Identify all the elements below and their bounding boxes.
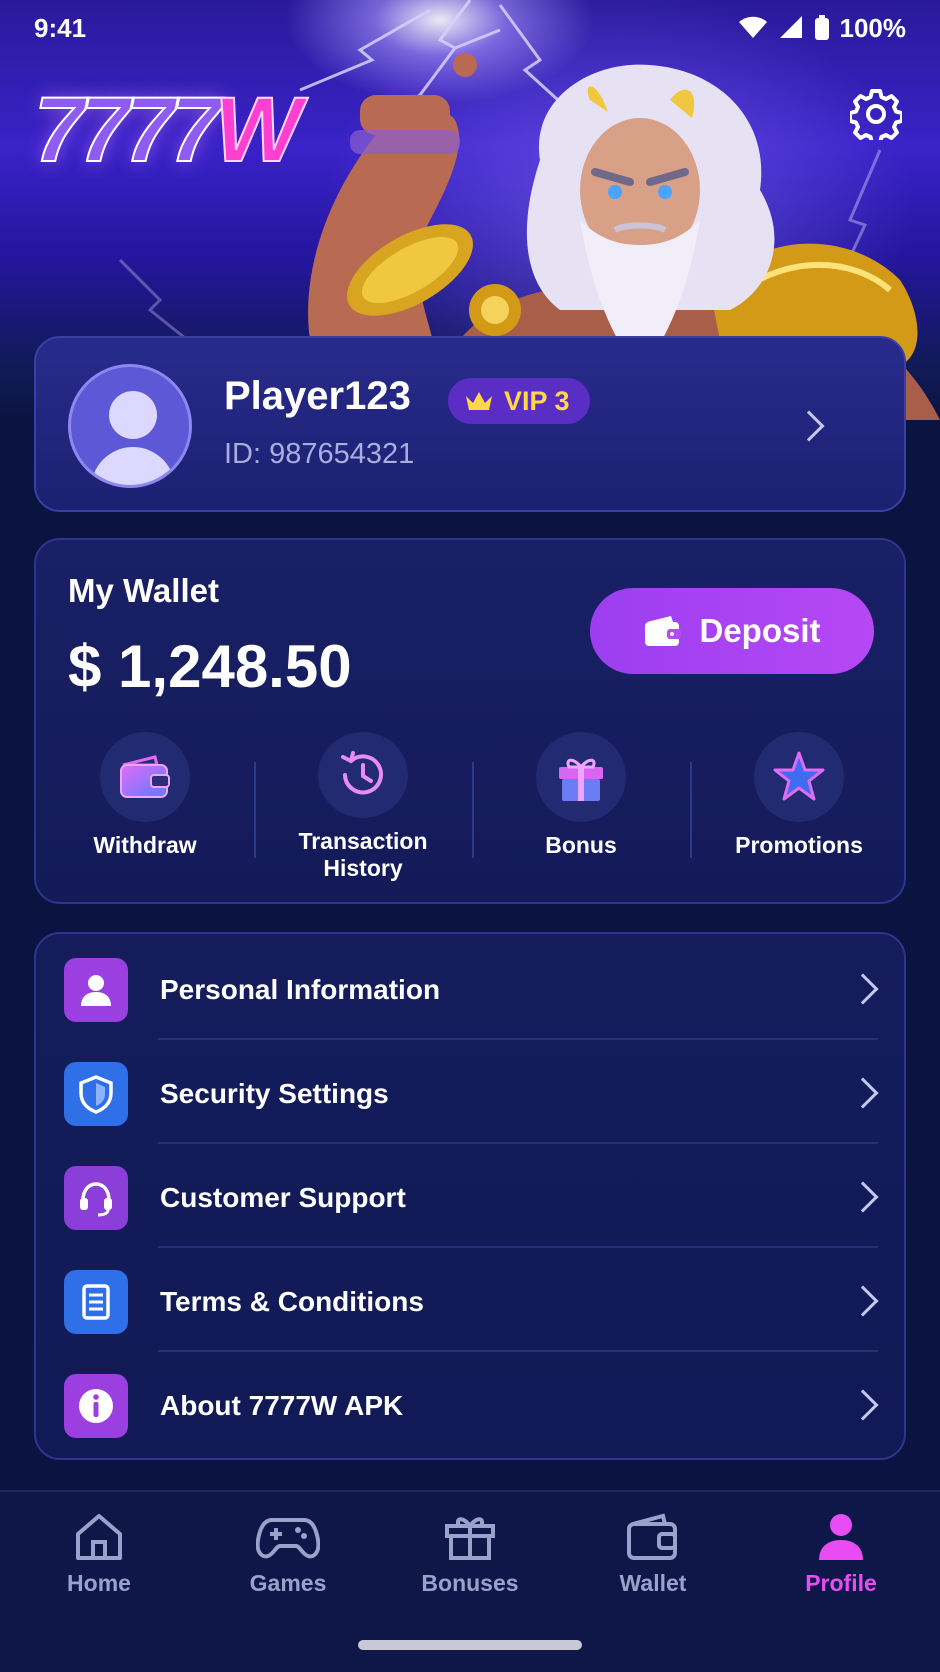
home-icon [76,1514,122,1560]
chevron-right-icon [793,410,825,442]
nav-label: Bonuses [421,1570,519,1596]
wallet-title: My Wallet [68,572,219,609]
logo-letter: W [214,79,303,181]
menu-item-security-settings[interactable]: Security Settings [36,1040,908,1144]
menu-item-customer-support[interactable]: Customer Support [36,1144,908,1248]
nav-label: Games [249,1570,327,1596]
bonus-label: Bonus [545,832,617,858]
nav-profile[interactable]: Profile [766,1512,916,1597]
wifi-icon [738,16,767,38]
player-name: Player123 [224,374,411,418]
nav-games[interactable]: Games [213,1512,363,1597]
menu-item-about[interactable]: About 7777W APK [36,1352,908,1456]
logo-digits: 7777 [33,79,222,181]
profile-icon [819,1514,863,1560]
promotions-action[interactable]: Promotions [690,732,908,882]
status-time: 9:41 [34,12,87,43]
deposit-button[interactable]: Deposit [590,588,874,674]
home-indicator [358,1640,582,1650]
transaction-history-label: Transaction History [298,828,428,881]
vip-level: VIP 3 [504,385,570,416]
crown-icon [466,392,492,410]
nav-wallet[interactable]: Wallet [578,1512,728,1597]
withdraw-action[interactable]: Withdraw [36,732,254,882]
nav-home[interactable]: Home [24,1512,174,1597]
wallet-icon [645,616,682,646]
star-icon [773,751,825,801]
bonus-action[interactable]: Bonus [472,732,690,882]
transaction-history-action[interactable]: Transaction History [254,732,472,882]
menu-item-personal-information[interactable]: Personal Information [36,936,908,1040]
menu-label: Terms & Conditions [160,1286,424,1317]
nav-label: Profile [805,1570,877,1596]
vip-badge: VIP 3 [448,378,590,424]
wallet-icon [120,755,170,798]
wallet-card: My Wallet $ 1,248.50 Deposit Withdraw Tr… [34,538,906,904]
profile-card[interactable]: Player123 VIP 3 ID: 987654321 [34,336,906,512]
signal-icon [779,16,802,38]
chevron-right-icon [847,1389,879,1421]
document-icon [64,1270,128,1334]
status-bar: 9:41 100% [0,0,940,56]
gamepad-icon [256,1518,320,1559]
app-logo: 7777W [33,83,303,177]
nav-label: Home [67,1570,131,1596]
user-icon [64,958,128,1022]
battery-icon [814,15,829,40]
chevron-right-icon [847,973,879,1005]
info-icon [64,1374,128,1438]
player-id: ID: 987654321 [224,438,415,470]
gift-icon [445,1517,495,1560]
shield-icon [64,1062,128,1126]
wallet-balance: $ 1,248.50 [68,633,352,700]
battery-level: 100% [839,12,907,43]
chevron-right-icon [847,1285,879,1317]
nav-label: Wallet [619,1570,687,1596]
menu-label: Personal Information [160,974,441,1005]
nav-bonuses[interactable]: Bonuses [395,1512,545,1597]
menu-label: About 7777W APK [160,1390,404,1421]
avatar [68,364,192,488]
withdraw-label: Withdraw [93,832,197,858]
deposit-label: Deposit [699,612,821,649]
chevron-right-icon [847,1181,879,1213]
settings-menu: Personal Information Security Settings C… [34,932,906,1460]
menu-label: Security Settings [160,1078,389,1109]
menu-item-terms-conditions[interactable]: Terms & Conditions [36,1248,908,1352]
menu-label: Customer Support [160,1182,406,1213]
history-icon [341,751,383,795]
wallet-icon [627,1513,677,1560]
settings-gear-icon[interactable] [850,88,902,140]
promotions-label: Promotions [735,832,863,858]
chevron-right-icon [847,1077,879,1109]
wallet-quick-actions: Withdraw Transaction History Bonus Promo… [36,732,908,882]
headset-icon [64,1166,128,1230]
gift-icon [559,758,603,801]
